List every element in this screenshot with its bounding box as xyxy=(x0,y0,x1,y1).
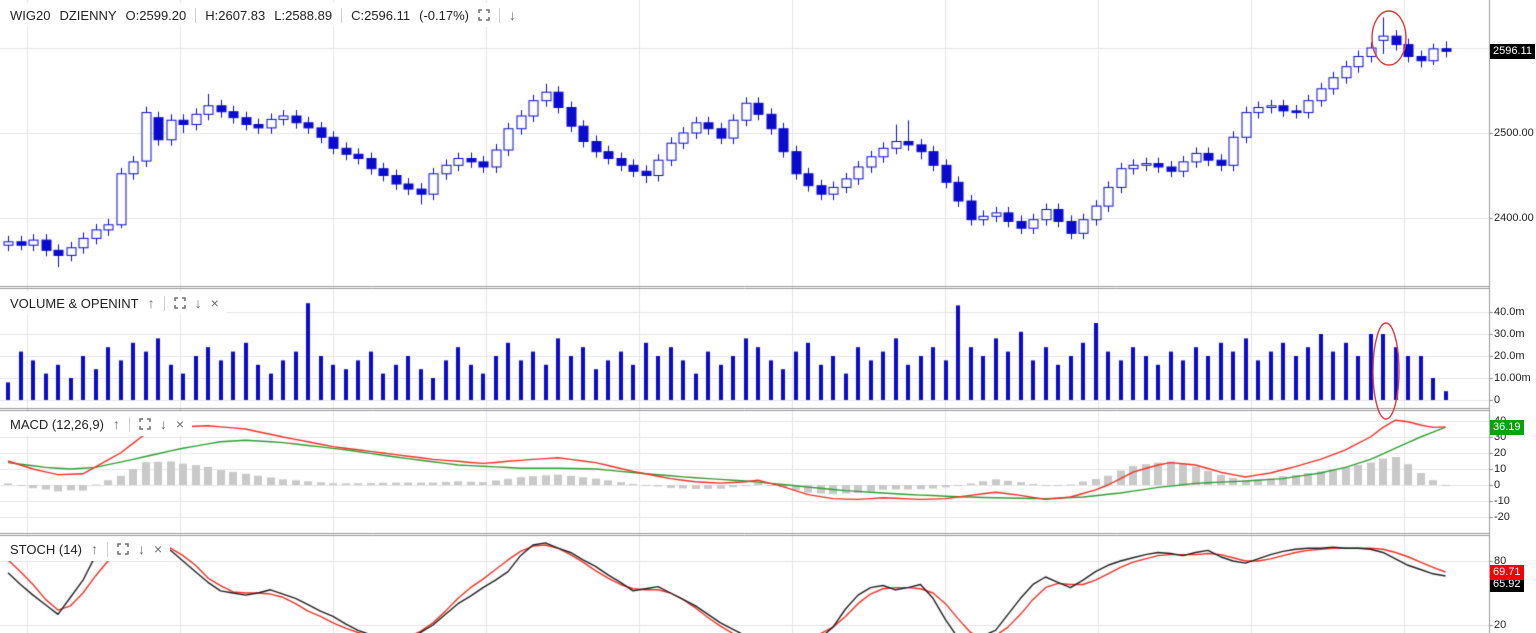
fullscreen-icon[interactable] xyxy=(117,543,129,555)
open-value: O:2599.20 xyxy=(125,7,187,23)
symbol-label: WIG20 xyxy=(10,7,51,23)
close-icon[interactable]: × xyxy=(154,542,162,556)
axis-tick-label: 2400.00 xyxy=(1494,211,1534,224)
axis-tick-label: 0 xyxy=(1494,478,1501,491)
axis-tick-label: -20 xyxy=(1494,510,1510,523)
axis-tick-label: 40.0m xyxy=(1494,305,1525,318)
move-up-icon[interactable]: ↑ xyxy=(148,296,155,310)
title-divider xyxy=(107,541,108,557)
title-divider xyxy=(341,7,343,23)
stoch-title-label: STOCH (14) xyxy=(10,541,82,557)
move-up-icon[interactable]: ↑ xyxy=(113,417,120,431)
title-divider xyxy=(498,7,500,23)
stoch-d-value-badge: 69.71 xyxy=(1490,565,1524,580)
stoch-panel-title: STOCH (14) ↑ ↓ × xyxy=(0,537,171,561)
timeframe-label: DZIENNY xyxy=(59,7,117,23)
axis-tick-label: 10.00m xyxy=(1494,371,1531,384)
move-down-icon[interactable]: ↓ xyxy=(160,417,167,431)
volume-title-label: VOLUME & OPENINT xyxy=(10,295,139,311)
fullscreen-icon[interactable] xyxy=(478,9,490,21)
volume-panel-title: VOLUME & OPENINT ↑ ↓ × xyxy=(0,291,227,315)
axis-tick-label: 30.0m xyxy=(1494,327,1525,340)
low-value: L:2588.89 xyxy=(274,7,333,23)
axis-tick-label: 2500.00 xyxy=(1494,126,1534,139)
move-down-icon[interactable]: ↓ xyxy=(509,8,516,22)
price-panel-title: WIG20 DZIENNY O:2599.20 H:2607.83 L:2588… xyxy=(0,3,524,27)
chart-canvas[interactable] xyxy=(0,0,1536,633)
close-icon[interactable]: × xyxy=(211,296,219,310)
move-down-icon[interactable]: ↓ xyxy=(138,542,145,556)
title-divider xyxy=(163,295,165,311)
move-down-icon[interactable]: ↓ xyxy=(195,296,202,310)
macd-value-badge: 36.19 xyxy=(1490,420,1524,435)
macd-panel-title: MACD (12,26,9) ↑ ↓ × xyxy=(0,412,193,436)
close-value: C:2596.11 xyxy=(351,7,411,23)
axis-tick-label: -10 xyxy=(1494,494,1510,507)
fullscreen-icon[interactable] xyxy=(173,297,186,309)
high-value: H:2607.83 xyxy=(205,7,266,23)
change-value: (-0.17%) xyxy=(419,7,469,23)
move-up-icon[interactable]: ↑ xyxy=(91,542,98,556)
title-divider xyxy=(128,416,130,432)
title-divider xyxy=(195,7,197,23)
axis-tick-label: 10 xyxy=(1494,462,1507,475)
last-price-badge: 2596.11 xyxy=(1490,44,1535,59)
macd-title-label: MACD (12,26,9) xyxy=(10,416,104,432)
axis-tick-label: 20 xyxy=(1494,618,1507,631)
axis-tick-label: 20 xyxy=(1494,446,1507,459)
axis-tick-label: 20.0m xyxy=(1494,349,1525,362)
fullscreen-icon[interactable] xyxy=(139,418,151,430)
close-icon[interactable]: × xyxy=(176,417,184,431)
axis-tick-label: 0 xyxy=(1494,393,1501,406)
trading-chart-app: WIG20 DZIENNY O:2599.20 H:2607.83 L:2588… xyxy=(0,0,1536,633)
